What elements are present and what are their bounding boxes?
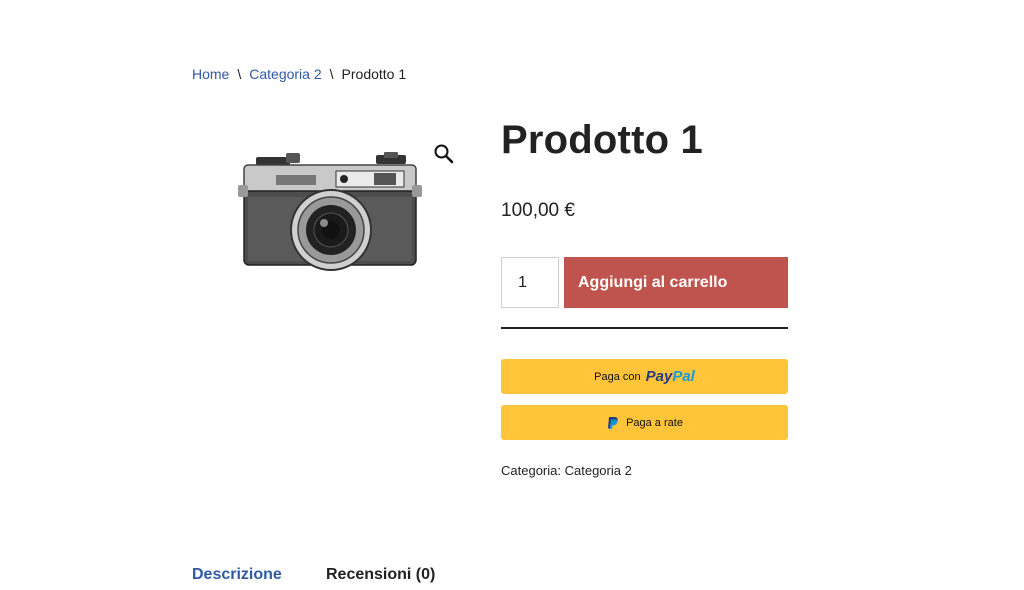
product-price: 100,00 €: [501, 200, 575, 221]
product-category: Categoria: Categoria 2: [501, 463, 632, 478]
paypal-logo: PayPal: [645, 368, 695, 385]
paypal-prefix: Paga con: [594, 370, 641, 383]
quantity-input[interactable]: [501, 257, 559, 308]
product-image-camera[interactable]: [236, 145, 426, 275]
paypal-pay-later-button[interactable]: Paga a rate: [501, 405, 788, 440]
breadcrumb-separator: \: [329, 66, 334, 82]
category-label: Categoria:: [501, 463, 561, 478]
breadcrumb: Home \ Categoria 2 \ Prodotto 1: [192, 66, 406, 82]
breadcrumb-separator: \: [237, 66, 242, 82]
category-link[interactable]: Categoria 2: [565, 463, 632, 478]
breadcrumb-home-link[interactable]: Home: [192, 66, 229, 82]
tab-reviews[interactable]: Recensioni (0): [326, 566, 435, 584]
breadcrumb-category-link[interactable]: Categoria 2: [249, 66, 321, 82]
breadcrumb-current: Prodotto 1: [341, 66, 407, 82]
tab-description[interactable]: Descrizione: [192, 566, 282, 584]
paypal-button[interactable]: Paga con PayPal: [501, 359, 788, 394]
magnifier-icon[interactable]: [432, 142, 456, 166]
divider: [501, 327, 788, 329]
pay-later-label: Paga a rate: [626, 416, 683, 429]
product-title: Prodotto 1: [501, 118, 703, 162]
add-to-cart-button[interactable]: Aggiungi al carrello: [564, 257, 788, 308]
paypal-mark-icon: [608, 416, 618, 429]
